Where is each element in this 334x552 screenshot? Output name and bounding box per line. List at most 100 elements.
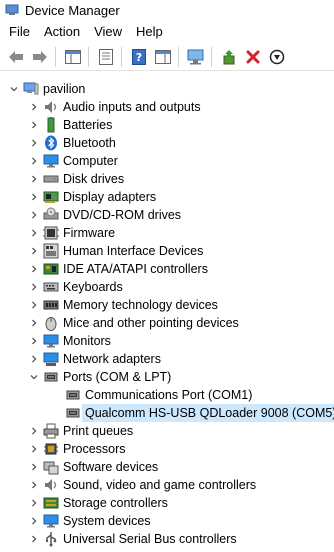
chevron-right-icon (32, 319, 37, 327)
tree-category-display-adapters[interactable]: Display adapters (28, 188, 156, 206)
chevron-right-icon (32, 445, 37, 453)
menu-view[interactable]: View (87, 22, 129, 42)
tree-category-ide-ata-atapi-controllers[interactable]: IDE ATA/ATAPI controllers (28, 260, 208, 278)
expand-toggle[interactable] (28, 512, 40, 530)
expand-toggle[interactable] (28, 332, 40, 350)
root-computer-icon (23, 81, 39, 97)
expand-toggle[interactable] (28, 296, 40, 314)
expand-toggle[interactable] (28, 476, 40, 494)
tree-category-network-adapters[interactable]: Network adapters (28, 350, 161, 368)
monitor-icon (43, 333, 59, 349)
tree-category-batteries[interactable]: Batteries (28, 116, 112, 134)
tree-category-disk-drives[interactable]: Disk drives (28, 170, 124, 188)
forward-button[interactable] (29, 46, 51, 68)
tree-category-memory-technology-devices[interactable]: Memory technology devices (28, 296, 218, 314)
tree-item-label: Monitors (63, 334, 111, 348)
tree-category-print-queues[interactable]: Print queues (28, 422, 133, 440)
expand-toggle[interactable] (28, 116, 40, 134)
action-pane-icon (155, 49, 171, 64)
tree-item-label: Audio inputs and outputs (63, 100, 201, 114)
tree-device-item[interactable]: Qualcomm HS-USB QDLoader 9008 (COM5) (50, 404, 334, 422)
scan-hardware-button[interactable] (185, 46, 207, 68)
action-pane-button[interactable] (152, 46, 174, 68)
expand-toggle[interactable] (28, 170, 40, 188)
uninstall-device-icon (246, 50, 260, 63)
keyboard-icon (43, 282, 59, 292)
menu-action[interactable]: Action (37, 22, 87, 42)
chevron-right-icon (32, 175, 37, 183)
chevron-right-icon (32, 301, 37, 309)
tree-category-system-devices[interactable]: System devices (28, 512, 151, 530)
tree-category-universal-serial-bus-controllers[interactable]: Universal Serial Bus controllers (28, 530, 237, 548)
tree-item-label: System devices (63, 514, 151, 528)
tree-category-firmware[interactable]: Firmware (28, 224, 115, 242)
collapse-toggle[interactable] (8, 80, 20, 98)
disable-device-icon (269, 49, 285, 64)
tree-category-keyboards[interactable]: Keyboards (28, 278, 123, 296)
tree-root-pavilion[interactable]: pavilion (8, 80, 85, 98)
expand-toggle[interactable] (28, 422, 40, 440)
tree-item-label: Processors (63, 442, 126, 456)
expand-toggle[interactable] (28, 530, 40, 548)
expand-toggle[interactable] (28, 278, 40, 296)
menu-file[interactable]: File (0, 22, 37, 42)
window-title: Device Manager (25, 2, 120, 18)
tree-category-processors[interactable]: Processors (28, 440, 126, 458)
tree-item-label: Disk drives (63, 172, 125, 186)
expand-toggle[interactable] (28, 260, 40, 278)
tree-item-label: IDE ATA/ATAPI controllers (63, 262, 208, 276)
dvd-drive-icon (43, 207, 59, 223)
show-hide-console-tree-button[interactable] (62, 46, 84, 68)
uninstall-device-button[interactable] (242, 46, 264, 68)
expand-toggle[interactable] (28, 152, 40, 170)
expand-toggle[interactable] (28, 440, 40, 458)
expand-toggle[interactable] (28, 188, 40, 206)
tree-category-audio-inputs-and-outputs[interactable]: Audio inputs and outputs (28, 98, 201, 116)
tree-item-label: Sound, video and game controllers (63, 478, 257, 492)
chevron-right-icon (32, 103, 37, 111)
tree-category-sound-video-and-game-controllers[interactable]: Sound, video and game controllers (28, 476, 256, 494)
tree-device-item[interactable]: Communications Port (COM1) (50, 386, 252, 404)
chevron-right-icon (32, 517, 37, 525)
expand-toggle[interactable] (28, 494, 40, 512)
chevron-down-icon (30, 375, 38, 380)
printer-icon (43, 423, 59, 439)
bluetooth-icon (43, 135, 59, 151)
tree-category-human-interface-devices[interactable]: Human Interface Devices (28, 242, 203, 260)
expand-toggle[interactable] (28, 458, 40, 476)
expand-toggle[interactable] (28, 206, 40, 224)
update-driver-button[interactable] (218, 46, 240, 68)
storage-controller-icon (43, 495, 59, 511)
forward-arrow-icon (33, 50, 47, 63)
tree-category-storage-controllers[interactable]: Storage controllers (28, 494, 168, 512)
expand-toggle[interactable] (28, 350, 40, 368)
expand-toggle[interactable] (28, 242, 40, 260)
usb-icon (46, 532, 57, 547)
tree-category-mice-and-other-pointing-devices[interactable]: Mice and other pointing devices (28, 314, 239, 332)
tree-item-label: Ports (COM & LPT) (63, 370, 172, 384)
expand-toggle[interactable] (28, 98, 40, 116)
collapse-toggle[interactable] (28, 368, 40, 386)
port-icon (44, 372, 58, 382)
tree-category-monitors[interactable]: Monitors (28, 332, 111, 350)
sound-icon (45, 479, 57, 491)
software-device-icon (43, 459, 59, 475)
mouse-icon (45, 317, 57, 331)
tree-category-dvd-cd-rom-drives[interactable]: DVD/CD-ROM drives (28, 206, 181, 224)
expand-toggle[interactable] (28, 314, 40, 332)
help-button[interactable]: ? (128, 46, 150, 68)
tree-category-ports-com-lpt[interactable]: Ports (COM & LPT) (28, 368, 171, 386)
menu-help[interactable]: Help (129, 22, 170, 42)
properties-button[interactable] (95, 46, 117, 68)
port-icon (65, 387, 81, 403)
disable-device-button[interactable] (266, 46, 288, 68)
expand-toggle[interactable] (28, 224, 40, 242)
root-computer-icon (23, 82, 39, 95)
tree-category-bluetooth[interactable]: Bluetooth (28, 134, 116, 152)
back-button[interactable] (5, 46, 27, 68)
tree-category-computer[interactable]: Computer (28, 152, 118, 170)
processor-icon (44, 443, 58, 455)
tree-item-label: Memory technology devices (63, 298, 218, 312)
tree-category-software-devices[interactable]: Software devices (28, 458, 158, 476)
expand-toggle[interactable] (28, 134, 40, 152)
